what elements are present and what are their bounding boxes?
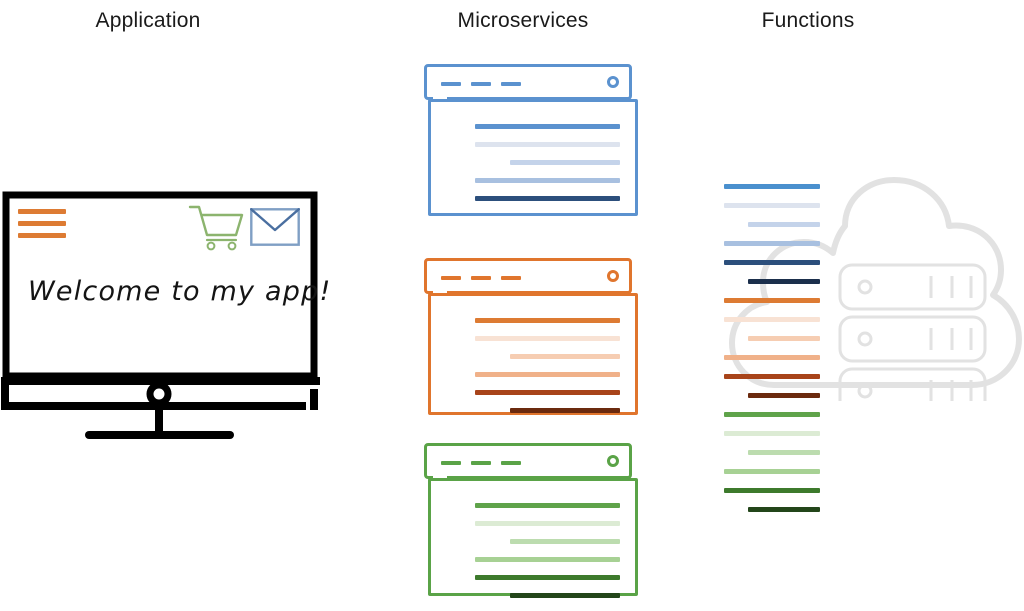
content-line (510, 214, 620, 219)
content-line (475, 557, 620, 562)
envelope-mail-icon[interactable] (250, 208, 300, 246)
microservice-panel-orange[interactable] (424, 258, 642, 415)
content-line (724, 488, 820, 493)
panel-content-lines (475, 124, 620, 232)
function-group-orange[interactable] (724, 298, 820, 398)
content-line (510, 160, 620, 165)
content-line (748, 336, 820, 341)
content-line (724, 260, 820, 265)
content-line (724, 412, 820, 417)
content-line (475, 503, 620, 508)
content-line (475, 318, 620, 323)
content-line (510, 354, 620, 359)
content-line (475, 336, 620, 341)
application-monitor: Welcome to my app! (0, 188, 330, 448)
content-line (510, 593, 620, 598)
content-line (724, 317, 820, 322)
panel-close-circle-icon[interactable] (607, 270, 619, 282)
content-line (748, 507, 820, 512)
server-rack (838, 315, 987, 363)
function-group-green[interactable] (724, 412, 820, 512)
panel-title-bar (424, 258, 632, 294)
content-line (748, 222, 820, 227)
hamburger-menu-icon[interactable] (18, 209, 66, 238)
content-line (748, 450, 820, 455)
title-bar-dashes (441, 82, 521, 86)
title-dash (441, 276, 461, 280)
welcome-message: Welcome to my app! (28, 276, 332, 307)
panel-close-circle-icon[interactable] (607, 455, 619, 467)
server-rack (838, 263, 987, 311)
content-line (475, 178, 620, 183)
title-dash (441, 82, 461, 86)
content-line (510, 539, 620, 544)
content-line (724, 431, 820, 436)
panel-content-lines (475, 503, 620, 611)
microservice-panel-green[interactable] (424, 443, 642, 598)
content-line (475, 372, 620, 377)
shopping-cart-icon[interactable] (188, 204, 244, 252)
content-line (475, 196, 620, 201)
microservice-panel-blue[interactable] (424, 64, 642, 216)
content-line (724, 469, 820, 474)
monitor-screen-content: Welcome to my app! (0, 188, 330, 448)
content-line (475, 142, 620, 147)
title-bar-dashes (441, 461, 521, 465)
panel-title-bar (424, 443, 632, 479)
panel-title-bar (424, 64, 632, 100)
content-line (475, 390, 620, 395)
panel-close-circle-icon[interactable] (607, 76, 619, 88)
column-title-microservices: Microservices (457, 9, 589, 32)
content-line (724, 298, 820, 303)
content-line (510, 408, 620, 413)
content-line (724, 355, 820, 360)
title-dash (471, 276, 491, 280)
content-line (724, 203, 820, 208)
content-line (475, 575, 620, 580)
title-dash (501, 82, 521, 86)
hamburger-bar (18, 221, 66, 226)
title-dash (501, 461, 521, 465)
content-line (475, 521, 620, 526)
content-line (724, 184, 820, 189)
panel-content-lines (475, 318, 620, 426)
title-bar-dashes (441, 276, 521, 280)
hamburger-bar (18, 233, 66, 238)
content-line (748, 393, 820, 398)
diagram-canvas: Application Microservices Functions Welc… (0, 0, 1024, 603)
content-line (748, 279, 820, 284)
title-dash (501, 276, 521, 280)
column-title-application: Application (95, 9, 201, 32)
content-line (475, 124, 620, 129)
column-title-functions: Functions (761, 9, 855, 32)
function-group-blue[interactable] (724, 184, 820, 284)
content-line (724, 374, 820, 379)
hamburger-bar (18, 209, 66, 214)
title-dash (441, 461, 461, 465)
panel-body (428, 99, 638, 216)
functions-line-stack (724, 184, 820, 526)
panel-body (428, 293, 638, 415)
title-dash (471, 461, 491, 465)
title-dash (471, 82, 491, 86)
panel-body (428, 478, 638, 598)
content-line (724, 241, 820, 246)
